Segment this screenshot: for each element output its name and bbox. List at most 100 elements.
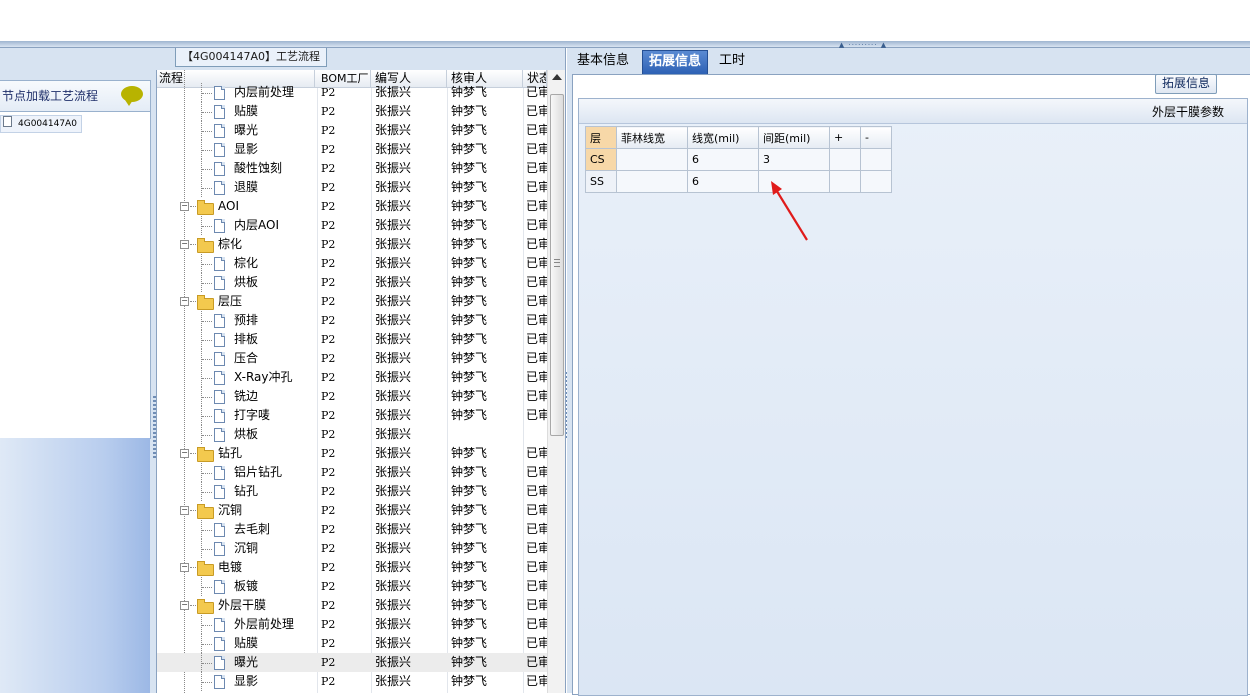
table-row[interactable]: − 外层干膜 P2 张振兴 钟梦飞 已审 bbox=[157, 596, 547, 615]
tree-cell-reviewer: 钟梦飞 bbox=[451, 180, 488, 194]
table-row[interactable]: 预排 P2 张振兴 钟梦飞 已审 bbox=[157, 311, 547, 330]
table-row[interactable]: − 钻孔 P2 张振兴 钟梦飞 已审 bbox=[157, 444, 547, 463]
table-row[interactable]: 内层前处理 P2 张振兴 钟梦飞 已审 bbox=[157, 83, 547, 102]
tree-branch-line bbox=[190, 244, 196, 245]
tree-cell-status: 已审 bbox=[526, 674, 547, 688]
tree-branch-line bbox=[202, 625, 212, 626]
tree-cell-author: 张振兴 bbox=[375, 541, 412, 555]
table-row[interactable]: X-Ray冲孔 P2 张振兴 钟梦飞 已审 bbox=[157, 368, 547, 387]
table-row[interactable]: 贴膜 P2 张振兴 钟梦飞 已审 bbox=[157, 102, 547, 121]
document-icon bbox=[214, 580, 225, 594]
tree-node-label: 压合 bbox=[234, 351, 259, 365]
table-row[interactable]: − 电镀 P2 张振兴 钟梦飞 已审 bbox=[157, 558, 547, 577]
table-row[interactable]: 曝光 P2 张振兴 钟梦飞 已审 bbox=[157, 653, 547, 672]
table-row[interactable]: 去毛刺 P2 张振兴 钟梦飞 已审 bbox=[157, 520, 547, 539]
tree-scrollbar[interactable] bbox=[547, 70, 565, 693]
table-row[interactable]: 板镀 P2 张振兴 钟梦飞 已审 bbox=[157, 577, 547, 596]
table-row[interactable]: 铝片钻孔 P2 张振兴 钟梦飞 已审 bbox=[157, 463, 547, 482]
scroll-thumb[interactable] bbox=[550, 94, 564, 436]
tree-cell-status: 已审 bbox=[526, 123, 547, 137]
table-row[interactable]: 沉铜 P2 张振兴 钟梦飞 已审 bbox=[157, 539, 547, 558]
params-header-spacing[interactable]: 间距(mil) bbox=[758, 126, 830, 149]
tree-branch-line bbox=[202, 644, 212, 645]
table-row[interactable]: − 层压 P2 张振兴 钟梦飞 已审 bbox=[157, 292, 547, 311]
params-header-line-width[interactable]: 线宽(mil) bbox=[687, 126, 759, 149]
table-row[interactable]: 钻孔 P2 张振兴 钟梦飞 已审 bbox=[157, 482, 547, 501]
tree-cell-author: 张振兴 bbox=[375, 275, 412, 289]
top-splitter-bar[interactable] bbox=[0, 41, 1250, 48]
params-cell-add[interactable] bbox=[829, 170, 861, 193]
table-row[interactable]: 显影 P2 张振兴 钟梦飞 已审 bbox=[157, 140, 547, 159]
tree-branch-line bbox=[202, 359, 212, 360]
tree-node-label: 内层前处理 bbox=[234, 85, 295, 99]
tree-cell-author: 张振兴 bbox=[375, 674, 412, 688]
table-row[interactable]: 排板 P2 张振兴 钟梦飞 已审 bbox=[157, 330, 547, 349]
tree-branch-line bbox=[190, 301, 196, 302]
tab-basic-info[interactable]: 基本信息 bbox=[571, 50, 635, 74]
table-row[interactable]: 显影 P2 张振兴 钟梦飞 已审 bbox=[157, 672, 547, 691]
table-row[interactable]: 贴膜 P2 张振兴 钟梦飞 已审 bbox=[157, 634, 547, 653]
tree-cell-reviewer: 钟梦飞 bbox=[451, 142, 488, 156]
tree-node-label: 铝片钻孔 bbox=[234, 465, 283, 479]
document-icon bbox=[214, 314, 225, 328]
params-cell-line-width[interactable]: 6 bbox=[687, 148, 759, 171]
table-row[interactable]: 压合 P2 张振兴 钟梦飞 已审 bbox=[157, 349, 547, 368]
tree-cell-bom-factory: P2 bbox=[321, 561, 336, 574]
table-row[interactable]: − AOI P2 张振兴 钟梦飞 已审 bbox=[157, 197, 547, 216]
collapse-icon[interactable]: − bbox=[180, 601, 189, 610]
collapse-icon[interactable]: − bbox=[180, 297, 189, 306]
table-row[interactable]: − 沉铜 P2 张振兴 钟梦飞 已审 bbox=[157, 501, 547, 520]
params-cell-layer[interactable]: SS bbox=[585, 170, 617, 193]
tree-cell-bom-factory: P2 bbox=[321, 352, 336, 365]
table-row[interactable]: 打字唛 P2 张振兴 钟梦飞 已审 bbox=[157, 406, 547, 425]
table-row[interactable]: 烘板 P2 张振兴 钟梦飞 已审 bbox=[157, 273, 547, 292]
params-cell-layer[interactable]: CS bbox=[585, 148, 617, 171]
collapse-icon[interactable]: − bbox=[180, 506, 189, 515]
extended-info-button[interactable]: 拓展信息 bbox=[1154, 74, 1217, 94]
table-row[interactable]: 外层前处理 P2 张振兴 钟梦飞 已审 bbox=[157, 615, 547, 634]
table-row[interactable]: 曝光 P2 张振兴 钟梦飞 已审 bbox=[157, 121, 547, 140]
params-header-layer[interactable]: 层 bbox=[585, 126, 617, 149]
params-cell-remove[interactable] bbox=[860, 170, 892, 193]
tree-cell-bom-factory: P2 bbox=[321, 86, 336, 99]
params-cell-spacing[interactable]: 3 bbox=[758, 148, 830, 171]
params-cell-film-width[interactable] bbox=[616, 148, 688, 171]
tab-extended-info[interactable]: 拓展信息 bbox=[642, 50, 709, 75]
tree-node-label: 烘板 bbox=[234, 427, 259, 441]
tree-cell-status: 已审 bbox=[526, 85, 547, 99]
table-row[interactable]: 酸性蚀刻 P2 张振兴 钟梦飞 已审 bbox=[157, 159, 547, 178]
tree-cell-reviewer: 钟梦飞 bbox=[451, 560, 488, 574]
params-header-remove[interactable]: - bbox=[860, 126, 892, 149]
tree-cell-bom-factory: P2 bbox=[321, 428, 336, 441]
collapse-icon[interactable]: − bbox=[180, 202, 189, 211]
params-cell-film-width[interactable] bbox=[616, 170, 688, 193]
params-cell-add[interactable] bbox=[829, 148, 861, 171]
table-row[interactable]: 退膜 P2 张振兴 钟梦飞 已审 bbox=[157, 178, 547, 197]
params-header-film-width[interactable]: 菲林线宽 bbox=[616, 126, 688, 149]
tab-content: 拓展信息 外层干膜参数 层 菲林线宽 线宽(mil) 间距(mil) + - C… bbox=[572, 74, 1250, 696]
params-cell-remove[interactable] bbox=[860, 148, 892, 171]
scroll-up-arrow-icon[interactable] bbox=[552, 74, 562, 80]
folder-icon bbox=[197, 599, 214, 614]
table-row[interactable]: 铣边 P2 张振兴 钟梦飞 已审 bbox=[157, 387, 547, 406]
tree-cell-author: 张振兴 bbox=[375, 503, 412, 517]
collapse-icon[interactable]: − bbox=[180, 240, 189, 249]
tree-cell-bom-factory: P2 bbox=[321, 485, 336, 498]
speech-bubble-icon[interactable] bbox=[121, 86, 143, 106]
tree-cell-bom-factory: P2 bbox=[321, 181, 336, 194]
node-list-header: 节点加载工艺流程 bbox=[0, 81, 150, 112]
table-row[interactable]: − 棕化 P2 张振兴 钟梦飞 已审 bbox=[157, 235, 547, 254]
document-icon bbox=[214, 162, 225, 176]
params-cell-line-width[interactable]: 6 bbox=[687, 170, 759, 193]
collapse-icon[interactable]: − bbox=[180, 563, 189, 572]
tab-work-hours[interactable]: 工时 bbox=[713, 50, 751, 74]
product-node[interactable]: 4G004147A0 bbox=[0, 115, 82, 133]
collapse-icon[interactable]: − bbox=[180, 449, 189, 458]
params-header-add[interactable]: + bbox=[829, 126, 861, 149]
table-row[interactable]: 烘板 P2 张振兴 bbox=[157, 425, 547, 444]
tree-cell-bom-factory: P2 bbox=[321, 143, 336, 156]
tree-branch-line bbox=[202, 131, 212, 132]
tree-cell-process: − 钻孔 bbox=[157, 444, 315, 463]
table-row[interactable]: 棕化 P2 张振兴 钟梦飞 已审 bbox=[157, 254, 547, 273]
table-row[interactable]: 内层AOI P2 张振兴 钟梦飞 已审 bbox=[157, 216, 547, 235]
